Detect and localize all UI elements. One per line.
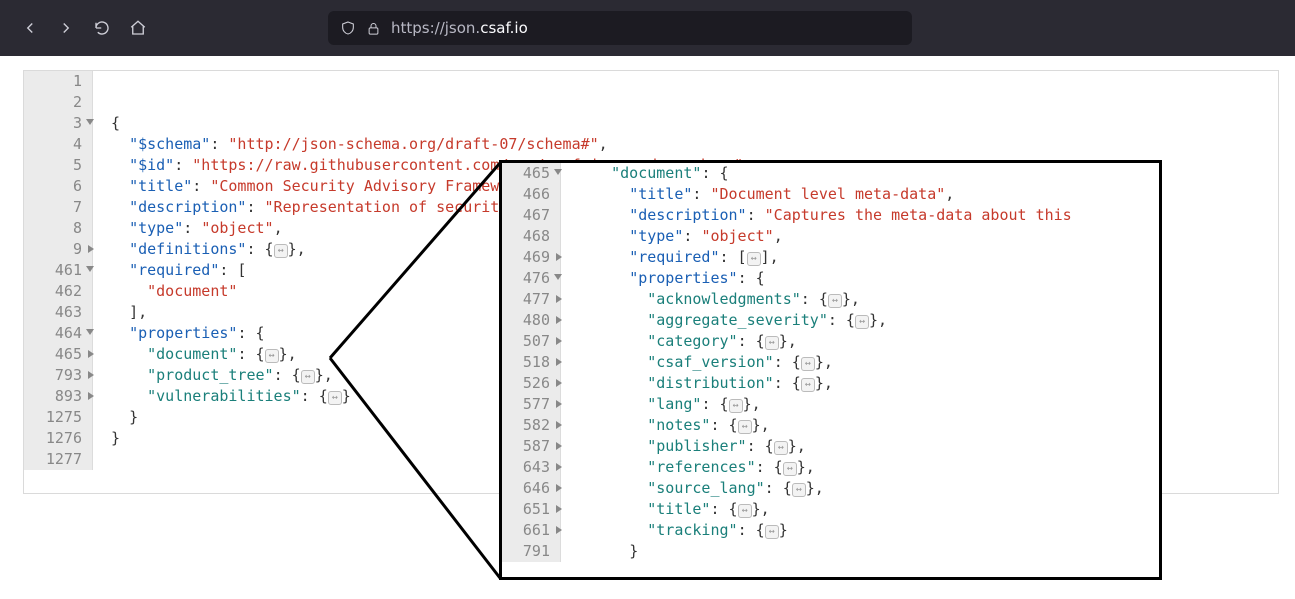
code-line[interactable]: "csaf_version": {↔},	[575, 352, 1072, 373]
fold-marker[interactable]: ↔	[774, 441, 788, 455]
code-line[interactable]: }	[575, 541, 1072, 562]
line-gutter: 4654664674684694764774805075185265775825…	[502, 163, 561, 562]
fold-marker[interactable]: ↔	[828, 294, 842, 308]
fold-marker[interactable]: ↔	[783, 462, 797, 476]
gutter-line[interactable]: 577	[502, 394, 552, 415]
code-line[interactable]: {	[111, 113, 897, 134]
code-line[interactable]: "tracking": {↔}	[575, 520, 1072, 541]
fold-marker[interactable]: ↔	[265, 349, 279, 363]
code-line[interactable]: "document": {	[575, 163, 1072, 184]
gutter-line[interactable]: 2	[24, 92, 84, 113]
gutter-line[interactable]: 526	[502, 373, 552, 394]
browser-toolbar: https://json.csaf.io	[0, 0, 1295, 56]
gutter-line[interactable]: 893	[24, 386, 84, 407]
code-line[interactable]: "references": {↔},	[575, 457, 1072, 478]
gutter-line[interactable]: 464	[24, 323, 84, 344]
fold-marker[interactable]: ↔	[801, 357, 815, 371]
gutter-line[interactable]: 461	[24, 260, 84, 281]
gutter-line[interactable]: 466	[502, 184, 552, 205]
gutter-line[interactable]: 643	[502, 457, 552, 478]
gutter-line[interactable]: 651	[502, 499, 552, 520]
gutter-line[interactable]: 507	[502, 331, 552, 352]
code-area[interactable]: "document": { "title": "Document level m…	[561, 163, 1072, 562]
gutter-line[interactable]: 4	[24, 134, 84, 155]
shield-icon	[340, 20, 356, 36]
gutter-line[interactable]: 465	[24, 344, 84, 365]
gutter-line[interactable]: 468	[502, 226, 552, 247]
gutter-line[interactable]: 518	[502, 352, 552, 373]
gutter-line[interactable]: 9	[24, 239, 84, 260]
fold-marker[interactable]: ↔	[729, 399, 743, 413]
fold-marker[interactable]: ↔	[274, 244, 288, 258]
json-viewer-zoom: 4654664674684694764774805075185265775825…	[499, 160, 1162, 580]
fold-marker[interactable]: ↔	[801, 378, 815, 392]
gutter-line[interactable]: 1277	[24, 449, 84, 470]
code-line[interactable]: "category": {↔},	[575, 331, 1072, 352]
gutter-line[interactable]: 462	[24, 281, 84, 302]
code-line[interactable]: "aggregate_severity": {↔},	[575, 310, 1072, 331]
gutter-line[interactable]: 480	[502, 310, 552, 331]
code-line[interactable]: "notes": {↔},	[575, 415, 1072, 436]
code-line[interactable]: "acknowledgments": {↔},	[575, 289, 1072, 310]
gutter-line[interactable]: 3	[24, 113, 84, 134]
code-line[interactable]	[111, 71, 897, 92]
fold-marker[interactable]: ↔	[738, 420, 752, 434]
fold-marker[interactable]: ↔	[747, 252, 761, 266]
code-line[interactable]: "description": "Captures the meta-data a…	[575, 205, 1072, 226]
code-line[interactable]: "title": "Document level meta-data",	[575, 184, 1072, 205]
fold-marker[interactable]: ↔	[328, 391, 342, 405]
fold-marker[interactable]: ↔	[765, 525, 779, 539]
url-bar[interactable]: https://json.csaf.io	[328, 11, 912, 45]
code-line[interactable]: "lang": {↔},	[575, 394, 1072, 415]
gutter-line[interactable]: 476	[502, 268, 552, 289]
gutter-line[interactable]: 582	[502, 415, 552, 436]
gutter-line[interactable]: 8	[24, 218, 84, 239]
code-line[interactable]: "title": {↔},	[575, 499, 1072, 520]
lock-icon	[366, 21, 381, 36]
fold-marker[interactable]: ↔	[301, 370, 315, 384]
code-line[interactable]: "$schema": "http://json-schema.org/draft…	[111, 134, 897, 155]
gutter-line[interactable]: 469	[502, 247, 552, 268]
code-line[interactable]: "type": "object",	[575, 226, 1072, 247]
reload-button[interactable]	[86, 12, 118, 44]
gutter-line[interactable]: 791	[502, 541, 552, 562]
code-line[interactable]: "source_lang": {↔},	[575, 478, 1072, 499]
home-button[interactable]	[122, 12, 154, 44]
gutter-line[interactable]: 661	[502, 520, 552, 541]
gutter-line[interactable]: 7	[24, 197, 84, 218]
fold-marker[interactable]: ↔	[792, 483, 806, 497]
url-text: https://json.csaf.io	[391, 19, 528, 37]
gutter-line[interactable]: 5	[24, 155, 84, 176]
gutter-line[interactable]: 477	[502, 289, 552, 310]
gutter-line[interactable]: 1	[24, 71, 84, 92]
gutter-line[interactable]: 463	[24, 302, 84, 323]
gutter-line[interactable]: 1275	[24, 407, 84, 428]
code-line[interactable]: "required": [↔],	[575, 247, 1072, 268]
gutter-line[interactable]: 587	[502, 436, 552, 457]
gutter-line[interactable]: 465	[502, 163, 552, 184]
forward-button[interactable]	[50, 12, 82, 44]
code-line[interactable]: "distribution": {↔},	[575, 373, 1072, 394]
gutter-line[interactable]: 1276	[24, 428, 84, 449]
fold-marker[interactable]: ↔	[765, 336, 779, 350]
back-button[interactable]	[14, 12, 46, 44]
fold-marker[interactable]: ↔	[855, 315, 869, 329]
gutter-line[interactable]: 6	[24, 176, 84, 197]
gutter-line[interactable]: 793	[24, 365, 84, 386]
code-line[interactable]: "properties": {	[575, 268, 1072, 289]
fold-marker[interactable]: ↔	[738, 504, 752, 518]
gutter-line[interactable]: 646	[502, 478, 552, 499]
code-line[interactable]: "publisher": {↔},	[575, 436, 1072, 457]
line-gutter: 1234567894614624634644657938931275127612…	[24, 71, 93, 470]
code-line[interactable]	[111, 92, 897, 113]
gutter-line[interactable]: 467	[502, 205, 552, 226]
